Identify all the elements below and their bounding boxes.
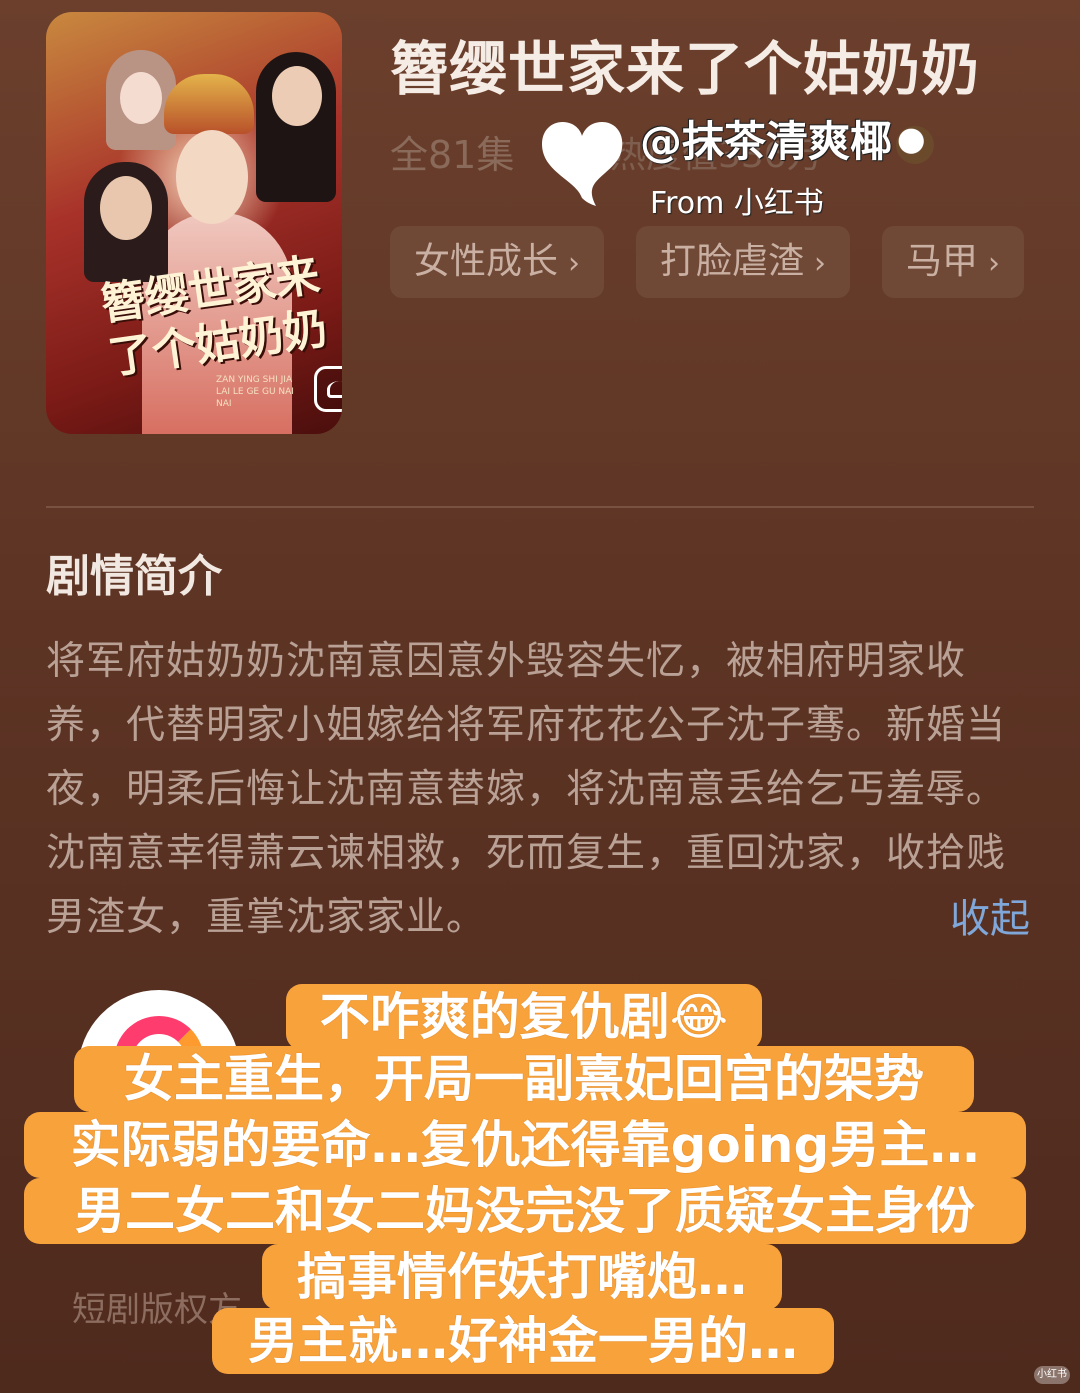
overlay-line: 女主重生，开局一副熹妃回宫的架势 [74, 1046, 974, 1112]
overlay-line: 男二女二和女二妈没完没了质疑女主身份 [24, 1178, 1026, 1244]
corner-badge: 小红书 [1034, 1366, 1070, 1384]
overlay-line: 不咋爽的复仇剧😂 [286, 984, 762, 1050]
overlay-line: 实际弱的要命…复仇还得靠going男主… [24, 1112, 1026, 1178]
review-overlay: 不咋爽的复仇剧😂 女主重生，开局一副熹妃回宫的架势 实际弱的要命…复仇还得靠go… [0, 0, 1080, 1393]
overlay-line: 搞事情作妖打嘴炮… [262, 1244, 782, 1310]
overlay-line: 男主就…好神金一男的… [212, 1308, 834, 1374]
